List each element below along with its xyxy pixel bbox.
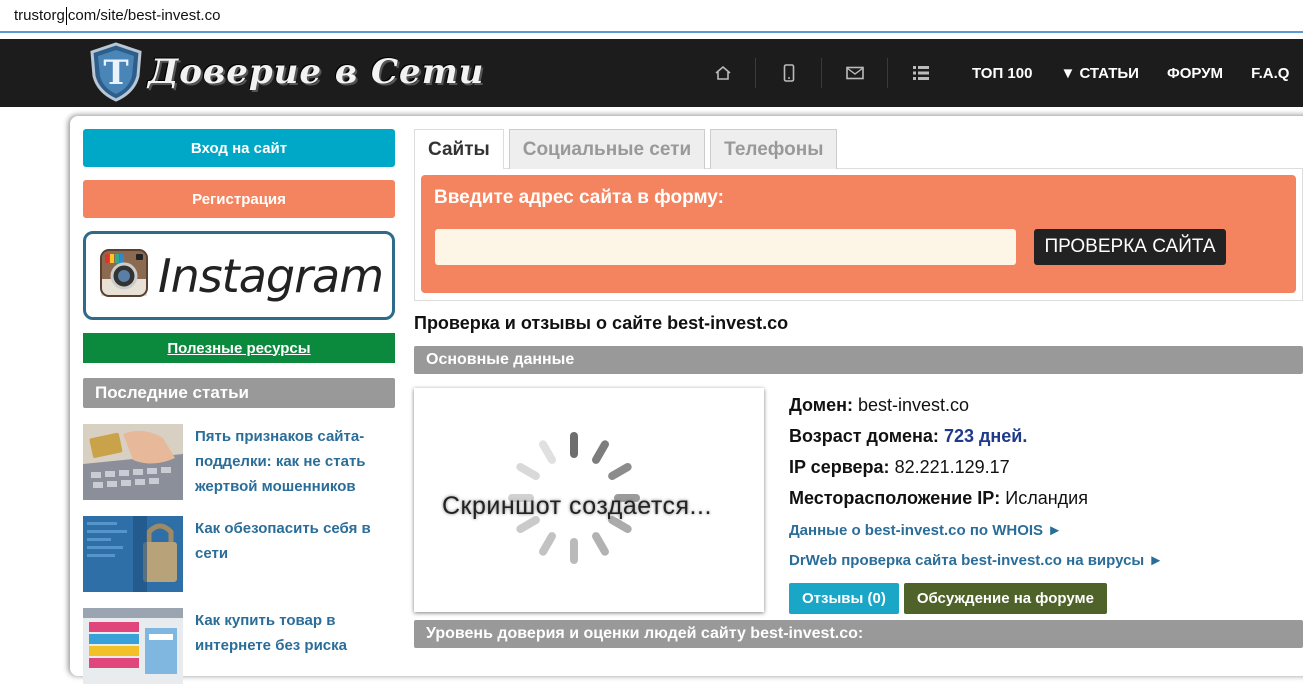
address-bar[interactable]: trustorg com/site/best-invest.co [0,0,1303,33]
article-thumbnail-shopping[interactable] [83,608,183,684]
drweb-link[interactable]: DrWeb проверка сайта best-invest.co на в… [789,552,1289,569]
forum-discussion-button[interactable]: Обсуждение на форуме [903,583,1107,614]
mail-icon[interactable] [822,58,888,88]
article-title[interactable]: Как купить товар в интернете без риска [195,608,395,684]
screenshot-caption: Скриншот создается... [442,492,712,520]
domain-age-value: 723 дней. [943,426,1028,446]
nav-forum[interactable]: ФОРУМ [1167,65,1223,82]
article-title[interactable]: Пять признаков сайта-подделки: как не ст… [195,424,395,500]
nav-articles[interactable]: ▼ СТАТЬИ [1060,65,1139,82]
fact-domain: Домен: best-invest.co [789,390,1289,421]
tab-social[interactable]: Социальные сети [508,129,706,169]
section-header-main-data: Основные данные [414,346,1303,374]
fact-label: IP сервера: [789,457,890,477]
ip-value: 82.221.129.17 [894,457,1010,477]
fact-location: Месторасположение IP: Исландия [789,483,1289,514]
tab-sites[interactable]: Сайты [414,129,504,169]
site-screenshot-placeholder: Скриншот создается... [414,388,764,612]
register-button[interactable]: Регистрация [83,180,395,218]
url-text-start: trustorg [14,7,65,24]
nav-faq[interactable]: F.A.Q [1251,65,1289,82]
phone-icon[interactable] [756,58,822,88]
logo-text: Доверие в Сети [148,52,485,92]
tab-bar: Сайты Социальные сети Телефоны [414,129,1303,169]
reviews-button[interactable]: Отзывы (0) [789,583,899,614]
action-buttons: Отзывы (0) Обсуждение на форуме [789,583,1289,614]
list-item[interactable]: Пять признаков сайта-подделки: как не ст… [83,424,395,500]
site-header: T Доверие в Сети ТОП 100 ▼ СТАТЬИ ФОРУМ … [0,39,1303,107]
instagram-label: Instagram [158,248,384,303]
instagram-camera-icon [100,249,148,302]
instagram-banner[interactable]: Instagram [83,231,395,320]
site-check-form: Введите адрес сайта в форму: ПРОВЕРКА СА… [421,175,1296,293]
sidebar: Вход на сайт Регистрация Instagram Полез… [83,129,395,684]
useful-resources-button[interactable]: Полезные ресурсы [83,333,395,363]
logo-letter: T [103,53,128,93]
site-url-input[interactable] [435,229,1016,265]
fact-age: Возраст домена: 723 дней. [789,421,1289,452]
list-icon[interactable] [888,58,954,88]
fact-label: Возраст домена: [789,426,939,446]
site-info: Скриншот создается... Домен: best-invest… [414,374,1303,620]
tab-phones[interactable]: Телефоны [710,129,838,169]
site-facts: Домен: best-invest.co Возраст домена: 72… [789,390,1289,614]
text-caret [65,6,67,25]
check-site-button[interactable]: ПРОВЕРКА САЙТА [1034,229,1226,265]
article-thumbnail-keyboard-card[interactable] [83,424,183,500]
location-value: Исландия [1005,488,1088,508]
address-bar-focus-line [0,31,1303,33]
home-icon[interactable] [690,58,756,88]
list-item[interactable]: Как обезопасить себя в сети [83,516,395,592]
main-content: Сайты Социальные сети Телефоны Введите а… [414,129,1303,648]
domain-value: best-invest.co [858,395,970,415]
fact-label: Месторасположение IP: [789,488,1001,508]
article-thumbnail-security[interactable] [83,516,183,592]
fact-label: Домен: [789,395,853,415]
nav-icon-bar [690,39,954,107]
list-item[interactable]: Как купить товар в интернете без риска [83,608,395,684]
article-title[interactable]: Как обезопасить себя в сети [195,516,395,592]
fact-ip: IP сервера: 82.221.129.17 [789,452,1289,483]
latest-articles-heading: Последние статьи [83,378,395,408]
nav-links: ТОП 100 ▼ СТАТЬИ ФОРУМ F.A.Q [972,39,1303,107]
nav-top100[interactable]: ТОП 100 [972,65,1032,82]
url-text-end: com/site/best-invest.co [67,7,221,24]
whois-link[interactable]: Данные о best-invest.co по WHOIS ► [789,522,1289,539]
site-logo[interactable]: T Доверие в Сети [90,41,484,103]
page-title: Проверка и отзывы о сайте best-invest.co [414,313,789,333]
section-header-trust: Уровень доверия и оценки людей сайту bes… [414,620,1303,648]
form-label: Введите адрес сайта в форму: [434,187,724,208]
login-button[interactable]: Вход на сайт [83,129,395,167]
site-check-form-container: Введите адрес сайта в форму: ПРОВЕРКА СА… [414,168,1303,301]
shield-logo-icon: T [90,42,142,102]
